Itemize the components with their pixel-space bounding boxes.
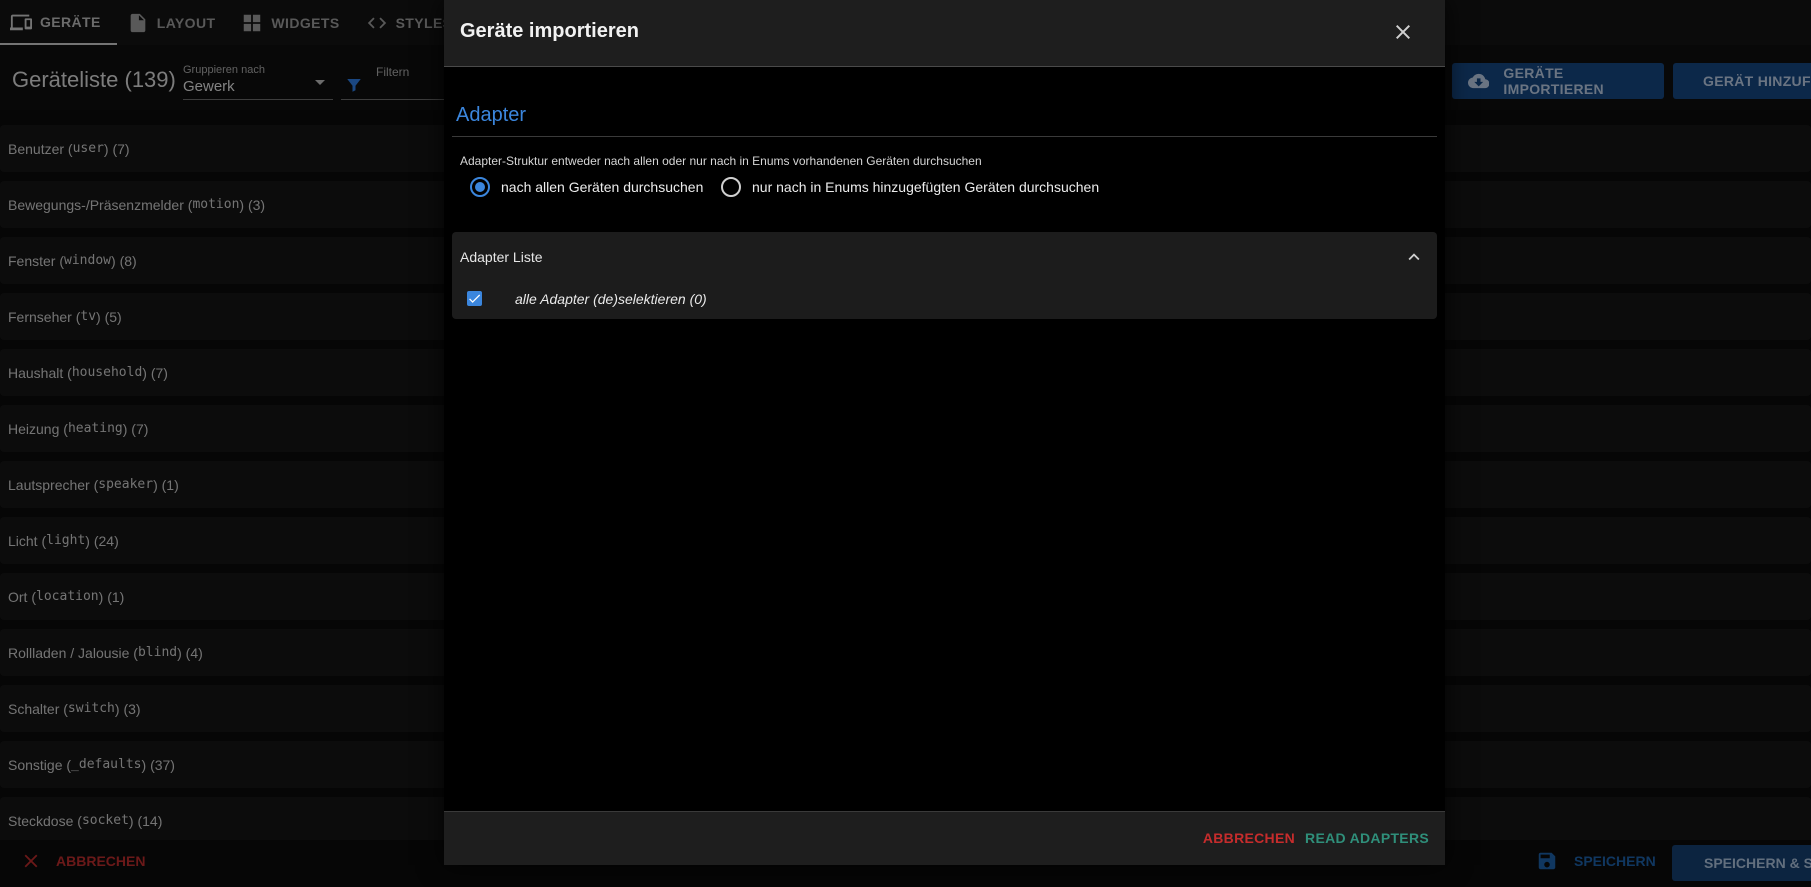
search-mode-label: Adapter-Struktur entweder nach allen ode…	[460, 154, 982, 168]
dialog-title: Geräte importieren	[460, 20, 639, 42]
select-all-adapters-checkbox[interactable]	[467, 291, 482, 306]
radio-option-label: nach allen Geräten durchsuchen	[501, 179, 704, 195]
adapter-section-title: Adapter	[456, 104, 527, 126]
checkmark-icon	[469, 294, 481, 303]
import-devices-dialog: Geräte importieren Adapter Adapter-Struk…	[444, 0, 1445, 865]
radio-checked-icon	[470, 177, 490, 197]
radio-unchecked-icon	[721, 177, 741, 197]
accordion-toggle-button[interactable]	[1403, 246, 1425, 268]
dialog-close-button[interactable]	[1391, 20, 1415, 44]
read-adapters-button[interactable]: READ ADAPTERS	[1305, 830, 1429, 846]
radio-option-label: nur nach in Enums hinzugefügten Geräten …	[752, 179, 1100, 195]
adapter-list-accordion: Adapter Liste alle Adapter (de)selektier…	[452, 232, 1437, 319]
accordion-title: Adapter Liste	[460, 249, 543, 265]
select-all-adapters-label[interactable]: alle Adapter (de)selektieren (0)	[515, 291, 707, 307]
section-divider	[452, 136, 1437, 137]
chevron-up-icon	[1408, 253, 1420, 261]
dialog-header: Geräte importieren	[444, 0, 1445, 67]
dialog-cancel-button[interactable]: ABBRECHEN	[1203, 830, 1295, 846]
radio-search-all-devices[interactable]: nach allen Geräten durchsuchen	[470, 177, 703, 197]
close-icon	[1396, 25, 1410, 39]
dialog-footer: ABBRECHEN READ ADAPTERS	[444, 811, 1445, 865]
radio-search-enum-devices[interactable]: nur nach in Enums hinzugefügten Geräten …	[721, 177, 1099, 197]
